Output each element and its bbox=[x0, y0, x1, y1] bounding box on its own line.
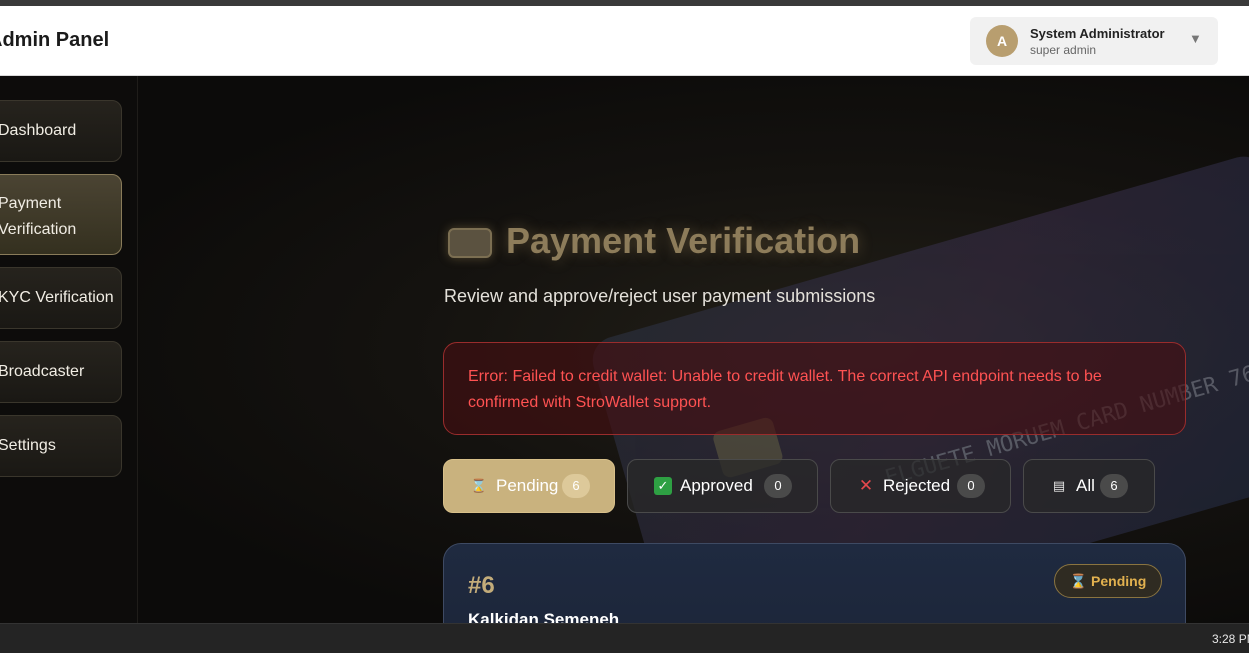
tab-label: All bbox=[1076, 476, 1095, 495]
sidebar-item-payment-verification[interactable]: Payment Verification bbox=[0, 174, 122, 255]
sidebar-item-label: Payment Verification bbox=[0, 195, 77, 238]
payment-card[interactable]: #6 Kalkidan Semeneh ⌛ Pending bbox=[443, 543, 1186, 623]
chevron-down-icon: ▼ bbox=[1189, 31, 1202, 46]
payment-id: #6 bbox=[468, 572, 495, 599]
status-badge: ⌛ Pending bbox=[1054, 564, 1162, 598]
tab-pending[interactable]: ⌛ Pending 6 bbox=[443, 459, 615, 513]
user-name: System Administrator bbox=[1030, 26, 1165, 41]
sidebar: Dashboard Payment Verification KYC Verif… bbox=[0, 76, 138, 623]
error-alert: Error: Failed to credit wallet: Unable t… bbox=[443, 342, 1186, 435]
tab-all[interactable]: ▤ All 6 bbox=[1023, 459, 1155, 513]
error-message: Error: Failed to credit wallet: Unable t… bbox=[468, 368, 1102, 411]
sidebar-item-label: Broadcaster bbox=[0, 363, 85, 380]
tab-label: Rejected bbox=[883, 476, 951, 495]
clipboard-icon: ▤ bbox=[1052, 478, 1066, 493]
taskbar-clock: 3:28 PM bbox=[1212, 632, 1249, 646]
tab-count: 6 bbox=[1100, 474, 1128, 498]
tab-label: Approved bbox=[680, 476, 753, 495]
x-icon: ✕ bbox=[858, 476, 874, 495]
sidebar-item-dashboard[interactable]: Dashboard bbox=[0, 100, 122, 162]
page-header-title: Admin Panel bbox=[0, 29, 110, 51]
hourglass-icon: ⌛ bbox=[470, 478, 488, 493]
user-menu[interactable]: A System Administrator super admin ▼ bbox=[970, 17, 1218, 65]
status-badge-label: Pending bbox=[1091, 573, 1147, 589]
tab-count: 0 bbox=[764, 474, 792, 498]
tab-approved[interactable]: ✓ Approved 0 bbox=[627, 459, 818, 513]
taskbar: 3:28 PM bbox=[0, 623, 1249, 653]
payment-user-name: Kalkidan Semeneh bbox=[468, 610, 620, 623]
sidebar-item-kyc-verification[interactable]: KYC Verification bbox=[0, 267, 122, 329]
page-title-text: Payment Verification bbox=[506, 220, 861, 261]
sidebar-item-label: Dashboard bbox=[0, 122, 77, 139]
tab-count: 0 bbox=[957, 474, 985, 498]
sidebar-item-label: KYC Verification bbox=[0, 289, 114, 306]
avatar: A bbox=[986, 25, 1018, 57]
sidebar-item-broadcaster[interactable]: Broadcaster bbox=[0, 341, 122, 403]
tab-rejected[interactable]: ✕ Rejected 0 bbox=[830, 459, 1011, 513]
sidebar-item-label: Settings bbox=[0, 437, 56, 454]
tab-count: 6 bbox=[562, 474, 590, 498]
tab-label: Pending bbox=[496, 476, 559, 495]
main-content: ELGUETE MORUEM CARD NUMBER 764B42 Paymen… bbox=[139, 76, 1249, 623]
credit-card-icon bbox=[448, 228, 492, 258]
check-icon: ✓ bbox=[654, 477, 672, 495]
sidebar-item-settings[interactable]: Settings bbox=[0, 415, 122, 477]
user-role: super admin bbox=[1030, 43, 1097, 57]
page-subtitle: Review and approve/reject user payment s… bbox=[444, 286, 876, 306]
header: Admin Panel A System Administrator super… bbox=[0, 6, 1249, 76]
hourglass-icon: ⌛ bbox=[1069, 573, 1088, 589]
